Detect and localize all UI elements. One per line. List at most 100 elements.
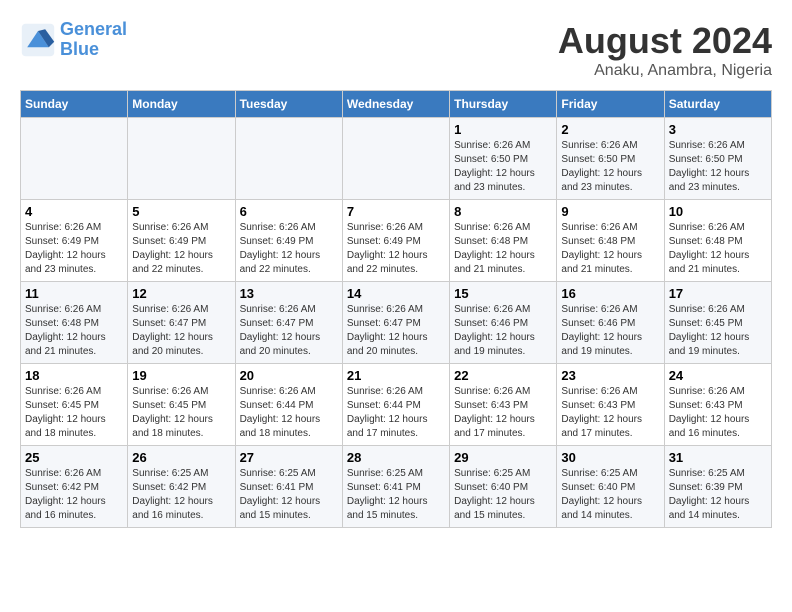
- day-number: 21: [347, 368, 445, 383]
- column-header-monday: Monday: [128, 91, 235, 118]
- day-cell: 12 Sunrise: 6:26 AM Sunset: 6:47 PM Dayli…: [128, 282, 235, 364]
- day-number: 20: [240, 368, 338, 383]
- column-header-friday: Friday: [557, 91, 664, 118]
- day-info: Sunrise: 6:26 AM Sunset: 6:45 PM Dayligh…: [132, 385, 230, 441]
- column-header-saturday: Saturday: [664, 91, 771, 118]
- day-cell: 11 Sunrise: 6:26 AM Sunset: 6:48 PM Dayli…: [21, 282, 128, 364]
- day-number: 9: [561, 204, 659, 219]
- day-info: Sunrise: 6:26 AM Sunset: 6:48 PM Dayligh…: [561, 221, 659, 277]
- day-cell: 19 Sunrise: 6:26 AM Sunset: 6:45 PM Dayli…: [128, 364, 235, 446]
- day-info: Sunrise: 6:26 AM Sunset: 6:45 PM Dayligh…: [25, 385, 123, 441]
- day-number: 12: [132, 286, 230, 301]
- day-cell: [21, 118, 128, 200]
- day-info: Sunrise: 6:26 AM Sunset: 6:46 PM Dayligh…: [454, 303, 552, 359]
- day-number: 22: [454, 368, 552, 383]
- day-cell: 29 Sunrise: 6:25 AM Sunset: 6:40 PM Dayli…: [450, 446, 557, 528]
- day-number: 15: [454, 286, 552, 301]
- day-cell: 10Sunrise: 6:26 AM Sunset: 6:48 PM Dayli…: [664, 200, 771, 282]
- logo-icon: [20, 22, 56, 58]
- day-number: 2: [561, 122, 659, 137]
- day-cell: [128, 118, 235, 200]
- day-cell: 14Sunrise: 6:26 AM Sunset: 6:47 PM Dayli…: [342, 282, 449, 364]
- column-header-tuesday: Tuesday: [235, 91, 342, 118]
- day-info: Sunrise: 6:26 AM Sunset: 6:46 PM Dayligh…: [561, 303, 659, 359]
- day-number: 31: [669, 450, 767, 465]
- day-cell: 23 Sunrise: 6:26 AM Sunset: 6:43 PM Dayli…: [557, 364, 664, 446]
- day-info: Sunrise: 6:26 AM Sunset: 6:42 PM Dayligh…: [25, 467, 123, 523]
- day-number: 29: [454, 450, 552, 465]
- day-cell: 20 Sunrise: 6:26 AM Sunset: 6:44 PM Dayli…: [235, 364, 342, 446]
- day-cell: 25 Sunrise: 6:26 AM Sunset: 6:42 PM Dayli…: [21, 446, 128, 528]
- day-number: 13: [240, 286, 338, 301]
- day-cell: 31 Sunrise: 6:25 AM Sunset: 6:39 PM Dayli…: [664, 446, 771, 528]
- day-number: 16: [561, 286, 659, 301]
- day-info: Sunrise: 6:26 AM Sunset: 6:47 PM Dayligh…: [132, 303, 230, 359]
- day-cell: 5 Sunrise: 6:26 AM Sunset: 6:49 PM Daylig…: [128, 200, 235, 282]
- column-header-sunday: Sunday: [21, 91, 128, 118]
- day-info: Sunrise: 6:26 AM Sunset: 6:44 PM Dayligh…: [347, 385, 445, 441]
- day-number: 18: [25, 368, 123, 383]
- day-info: Sunrise: 6:26 AM Sunset: 6:50 PM Dayligh…: [669, 139, 767, 195]
- day-cell: 1Sunrise: 6:26 AM Sunset: 6:50 PM Daylig…: [450, 118, 557, 200]
- day-cell: 30 Sunrise: 6:25 AM Sunset: 6:40 PM Dayli…: [557, 446, 664, 528]
- column-header-thursday: Thursday: [450, 91, 557, 118]
- day-cell: 9 Sunrise: 6:26 AM Sunset: 6:48 PM Daylig…: [557, 200, 664, 282]
- day-number: 8: [454, 204, 552, 219]
- week-row-1: 1Sunrise: 6:26 AM Sunset: 6:50 PM Daylig…: [21, 118, 772, 200]
- day-cell: 4Sunrise: 6:26 AM Sunset: 6:49 PM Daylig…: [21, 200, 128, 282]
- week-row-3: 11 Sunrise: 6:26 AM Sunset: 6:48 PM Dayli…: [21, 282, 772, 364]
- day-number: 30: [561, 450, 659, 465]
- day-cell: 22 Sunrise: 6:26 AM Sunset: 6:43 PM Dayli…: [450, 364, 557, 446]
- day-number: 11: [25, 286, 123, 301]
- day-info: Sunrise: 6:26 AM Sunset: 6:49 PM Dayligh…: [347, 221, 445, 277]
- day-number: 24: [669, 368, 767, 383]
- day-cell: 13 Sunrise: 6:26 AM Sunset: 6:47 PM Dayli…: [235, 282, 342, 364]
- day-info: Sunrise: 6:26 AM Sunset: 6:48 PM Dayligh…: [454, 221, 552, 277]
- day-cell: 24 Sunrise: 6:26 AM Sunset: 6:43 PM Dayli…: [664, 364, 771, 446]
- day-cell: 17 Sunrise: 6:26 AM Sunset: 6:45 PM Dayli…: [664, 282, 771, 364]
- day-cell: [235, 118, 342, 200]
- day-info: Sunrise: 6:25 AM Sunset: 6:39 PM Dayligh…: [669, 467, 767, 523]
- day-number: 10: [669, 204, 767, 219]
- day-cell: 6Sunrise: 6:26 AM Sunset: 6:49 PM Daylig…: [235, 200, 342, 282]
- day-info: Sunrise: 6:26 AM Sunset: 6:43 PM Dayligh…: [561, 385, 659, 441]
- day-cell: 3 Sunrise: 6:26 AM Sunset: 6:50 PM Daylig…: [664, 118, 771, 200]
- day-info: Sunrise: 6:26 AM Sunset: 6:48 PM Dayligh…: [25, 303, 123, 359]
- day-cell: 27Sunrise: 6:25 AM Sunset: 6:41 PM Dayli…: [235, 446, 342, 528]
- day-cell: [342, 118, 449, 200]
- day-number: 25: [25, 450, 123, 465]
- day-number: 14: [347, 286, 445, 301]
- day-number: 19: [132, 368, 230, 383]
- day-cell: 2 Sunrise: 6:26 AM Sunset: 6:50 PM Daylig…: [557, 118, 664, 200]
- day-cell: 8 Sunrise: 6:26 AM Sunset: 6:48 PM Daylig…: [450, 200, 557, 282]
- logo-text: General Blue: [60, 20, 127, 60]
- day-number: 3: [669, 122, 767, 137]
- day-number: 23: [561, 368, 659, 383]
- day-info: Sunrise: 6:25 AM Sunset: 6:40 PM Dayligh…: [561, 467, 659, 523]
- day-number: 5: [132, 204, 230, 219]
- day-info: Sunrise: 6:26 AM Sunset: 6:43 PM Dayligh…: [669, 385, 767, 441]
- day-cell: 26 Sunrise: 6:25 AM Sunset: 6:42 PM Dayli…: [128, 446, 235, 528]
- header-row: SundayMondayTuesdayWednesdayThursdayFrid…: [21, 91, 772, 118]
- day-number: 7: [347, 204, 445, 219]
- day-info: Sunrise: 6:26 AM Sunset: 6:47 PM Dayligh…: [240, 303, 338, 359]
- day-number: 6: [240, 204, 338, 219]
- day-info: Sunrise: 6:26 AM Sunset: 6:44 PM Dayligh…: [240, 385, 338, 441]
- day-info: Sunrise: 6:25 AM Sunset: 6:42 PM Dayligh…: [132, 467, 230, 523]
- day-info: Sunrise: 6:25 AM Sunset: 6:40 PM Dayligh…: [454, 467, 552, 523]
- day-info: Sunrise: 6:26 AM Sunset: 6:49 PM Dayligh…: [132, 221, 230, 277]
- logo: General Blue: [20, 20, 127, 60]
- day-number: 17: [669, 286, 767, 301]
- week-row-5: 25 Sunrise: 6:26 AM Sunset: 6:42 PM Dayli…: [21, 446, 772, 528]
- day-number: 4: [25, 204, 123, 219]
- day-info: Sunrise: 6:26 AM Sunset: 6:50 PM Dayligh…: [561, 139, 659, 195]
- main-title: August 2024: [558, 20, 772, 62]
- day-info: Sunrise: 6:26 AM Sunset: 6:50 PM Dayligh…: [454, 139, 552, 195]
- day-info: Sunrise: 6:26 AM Sunset: 6:45 PM Dayligh…: [669, 303, 767, 359]
- day-number: 28: [347, 450, 445, 465]
- week-row-4: 18 Sunrise: 6:26 AM Sunset: 6:45 PM Dayli…: [21, 364, 772, 446]
- day-info: Sunrise: 6:26 AM Sunset: 6:43 PM Dayligh…: [454, 385, 552, 441]
- day-number: 26: [132, 450, 230, 465]
- page-header: General Blue August 2024 Anaku, Anambra,…: [20, 20, 772, 80]
- day-cell: 16 Sunrise: 6:26 AM Sunset: 6:46 PM Dayli…: [557, 282, 664, 364]
